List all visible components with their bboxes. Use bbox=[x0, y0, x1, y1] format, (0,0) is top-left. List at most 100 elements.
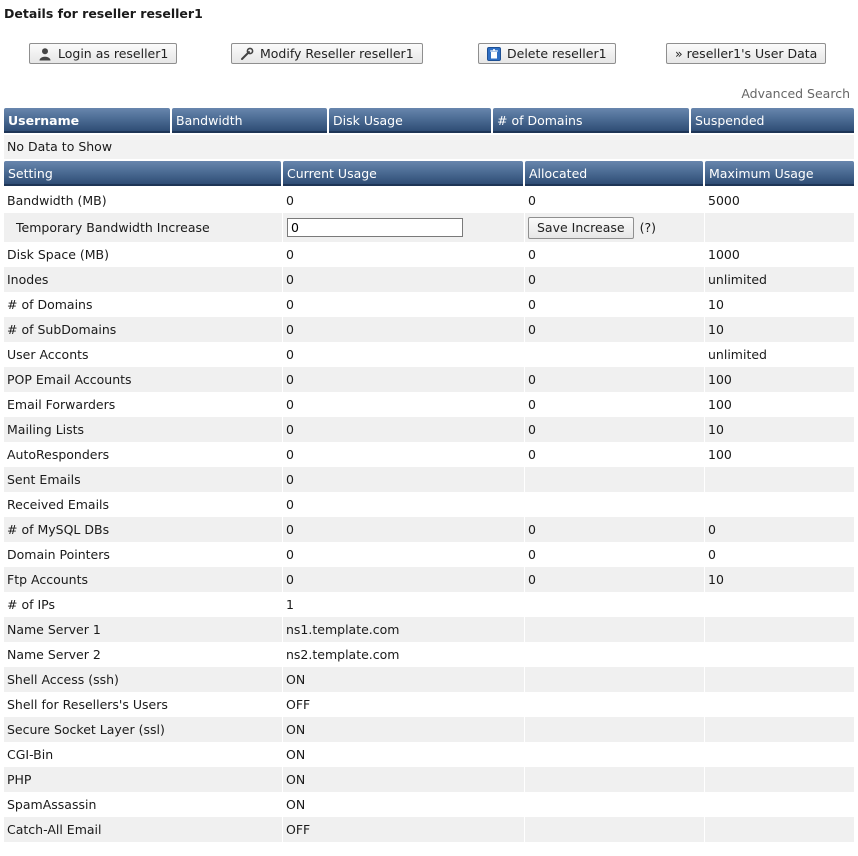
table-row: Secure Socket Layer (ssl) ON bbox=[4, 717, 854, 742]
column-header-suspended[interactable]: Suspended bbox=[691, 108, 854, 133]
login-as-reseller-label: Login as reseller1 bbox=[58, 46, 169, 61]
allocated-cell: 0 bbox=[525, 292, 705, 317]
setting-cell: Name Server 1 bbox=[4, 617, 283, 642]
empty-message: No Data to Show bbox=[4, 135, 854, 159]
setting-cell: Catch-All Email bbox=[4, 817, 283, 842]
column-header-username[interactable]: Username bbox=[4, 108, 170, 133]
allocated-cell bbox=[525, 592, 705, 617]
wrench-icon bbox=[240, 47, 254, 61]
table-row: Shell Access (ssh) ON bbox=[4, 667, 854, 692]
table-row: # of MySQL DBs 0 0 0 bbox=[4, 517, 854, 542]
table-row: Domain Pointers 0 0 0 bbox=[4, 542, 854, 567]
table-row: PHP ON bbox=[4, 767, 854, 792]
allocated-cell bbox=[525, 817, 705, 842]
maximum-usage-cell: 1000 bbox=[708, 247, 740, 262]
page-title: Details for reseller reseller1 bbox=[4, 6, 203, 21]
setting-cell: CGI-Bin bbox=[4, 742, 283, 767]
setting-cell: SpamAssassin bbox=[4, 792, 283, 817]
allocated-cell: 0 bbox=[525, 417, 705, 442]
maximum-usage-cell bbox=[705, 767, 854, 792]
setting-cell: Received Emails bbox=[4, 492, 283, 517]
user-data-label: » reseller1's User Data bbox=[675, 46, 818, 61]
maximum-usage-cell bbox=[705, 667, 854, 692]
setting-cell: # of Domains bbox=[4, 292, 283, 317]
maximum-usage-cell: 100 bbox=[708, 372, 732, 387]
table-row: Ftp Accounts 0 0 10 bbox=[4, 567, 854, 592]
column-header-domains[interactable]: # of Domains bbox=[493, 108, 689, 133]
login-as-reseller-button[interactable]: Login as reseller1 bbox=[29, 43, 178, 64]
current-usage-cell: 0 bbox=[283, 317, 525, 342]
allocated-cell: 0 bbox=[525, 188, 705, 213]
maximum-usage-cell bbox=[705, 742, 854, 767]
allocated-cell: 0 bbox=[525, 392, 705, 417]
allocated-cell bbox=[525, 342, 705, 367]
current-usage-cell: ON bbox=[283, 792, 525, 817]
maximum-usage-cell: 100 bbox=[708, 397, 732, 412]
column-header-current-usage: Current Usage bbox=[283, 161, 523, 186]
temp-bandwidth-input[interactable] bbox=[287, 218, 463, 237]
usage-table-header: Setting Current Usage Allocated Maximum … bbox=[4, 161, 854, 186]
allocated-cell bbox=[525, 617, 705, 642]
maximum-usage-cell bbox=[705, 642, 854, 667]
maximum-usage-cell: 10 bbox=[708, 572, 724, 587]
setting-cell: Bandwidth (MB) bbox=[4, 188, 283, 213]
allocated-cell: 0 bbox=[525, 542, 705, 567]
setting-cell: # of SubDomains bbox=[4, 317, 283, 342]
current-usage-cell: 0 bbox=[283, 188, 525, 213]
table-row: Received Emails 0 bbox=[4, 492, 854, 517]
current-usage-cell: 0 bbox=[283, 417, 525, 442]
table-row: # of Domains 0 0 10 bbox=[4, 292, 854, 317]
help-link[interactable]: (?) bbox=[640, 220, 656, 235]
table-row: Catch-All Email OFF bbox=[4, 817, 854, 842]
delete-reseller-button[interactable]: Delete reseller1 bbox=[478, 43, 616, 64]
table-row: Inodes 0 0 unlimited bbox=[4, 267, 854, 292]
setting-cell: # of MySQL DBs bbox=[4, 517, 283, 542]
current-usage-cell: 0 bbox=[283, 442, 525, 467]
user-icon bbox=[38, 47, 52, 61]
maximum-usage-cell: 100 bbox=[708, 447, 732, 462]
delete-icon bbox=[487, 46, 501, 61]
modify-reseller-button[interactable]: Modify Reseller reseller1 bbox=[231, 43, 423, 64]
column-header-disk-usage[interactable]: Disk Usage bbox=[329, 108, 491, 133]
table-cell bbox=[705, 213, 854, 242]
setting-cell: Inodes bbox=[4, 267, 283, 292]
maximum-usage-cell bbox=[705, 492, 854, 517]
current-usage-cell: 0 bbox=[283, 292, 525, 317]
user-data-button[interactable]: » reseller1's User Data bbox=[666, 43, 827, 64]
table-row: Sent Emails 0 bbox=[4, 467, 854, 492]
current-usage-cell: ON bbox=[283, 767, 525, 792]
table-row: Bandwidth (MB) 0 0 5000 bbox=[4, 188, 854, 213]
allocated-cell bbox=[525, 467, 705, 492]
table-row: Name Server 1 ns1.template.com bbox=[4, 617, 854, 642]
setting-cell: PHP bbox=[4, 767, 283, 792]
setting-cell: AutoResponders bbox=[4, 442, 283, 467]
table-row: Email Forwarders 0 0 100 bbox=[4, 392, 854, 417]
allocated-cell bbox=[525, 742, 705, 767]
maximum-usage-cell: 10 bbox=[708, 422, 724, 437]
setting-cell: # of IPs bbox=[4, 592, 283, 617]
allocated-cell bbox=[525, 692, 705, 717]
maximum-usage-cell bbox=[705, 692, 854, 717]
column-header-allocated: Allocated bbox=[525, 161, 703, 186]
save-increase-button[interactable]: Save Increase bbox=[528, 216, 634, 239]
setting-cell: Secure Socket Layer (ssl) bbox=[4, 717, 283, 742]
table-row: Disk Space (MB) 0 0 1000 bbox=[4, 242, 854, 267]
table-row: SpamAssassin ON bbox=[4, 792, 854, 817]
allocated-cell bbox=[525, 642, 705, 667]
allocated-cell: 0 bbox=[525, 517, 705, 542]
setting-cell: User Acconts bbox=[4, 342, 283, 367]
column-header-bandwidth[interactable]: Bandwidth bbox=[172, 108, 327, 133]
table-row: Shell for Resellers's Users OFF bbox=[4, 692, 854, 717]
delete-reseller-label: Delete reseller1 bbox=[507, 46, 607, 61]
advanced-search-link[interactable]: Advanced Search bbox=[741, 86, 850, 101]
allocated-cell bbox=[525, 767, 705, 792]
maximum-usage-cell bbox=[705, 592, 854, 617]
maximum-usage-cell bbox=[705, 617, 854, 642]
allocated-cell: 0 bbox=[525, 317, 705, 342]
setting-cell: Sent Emails bbox=[4, 467, 283, 492]
current-usage-cell: ON bbox=[283, 717, 525, 742]
current-usage-cell: 0 bbox=[283, 242, 525, 267]
allocated-cell: 0 bbox=[525, 442, 705, 467]
table-row: User Acconts 0 unlimited bbox=[4, 342, 854, 367]
current-usage-cell: ON bbox=[283, 667, 525, 692]
